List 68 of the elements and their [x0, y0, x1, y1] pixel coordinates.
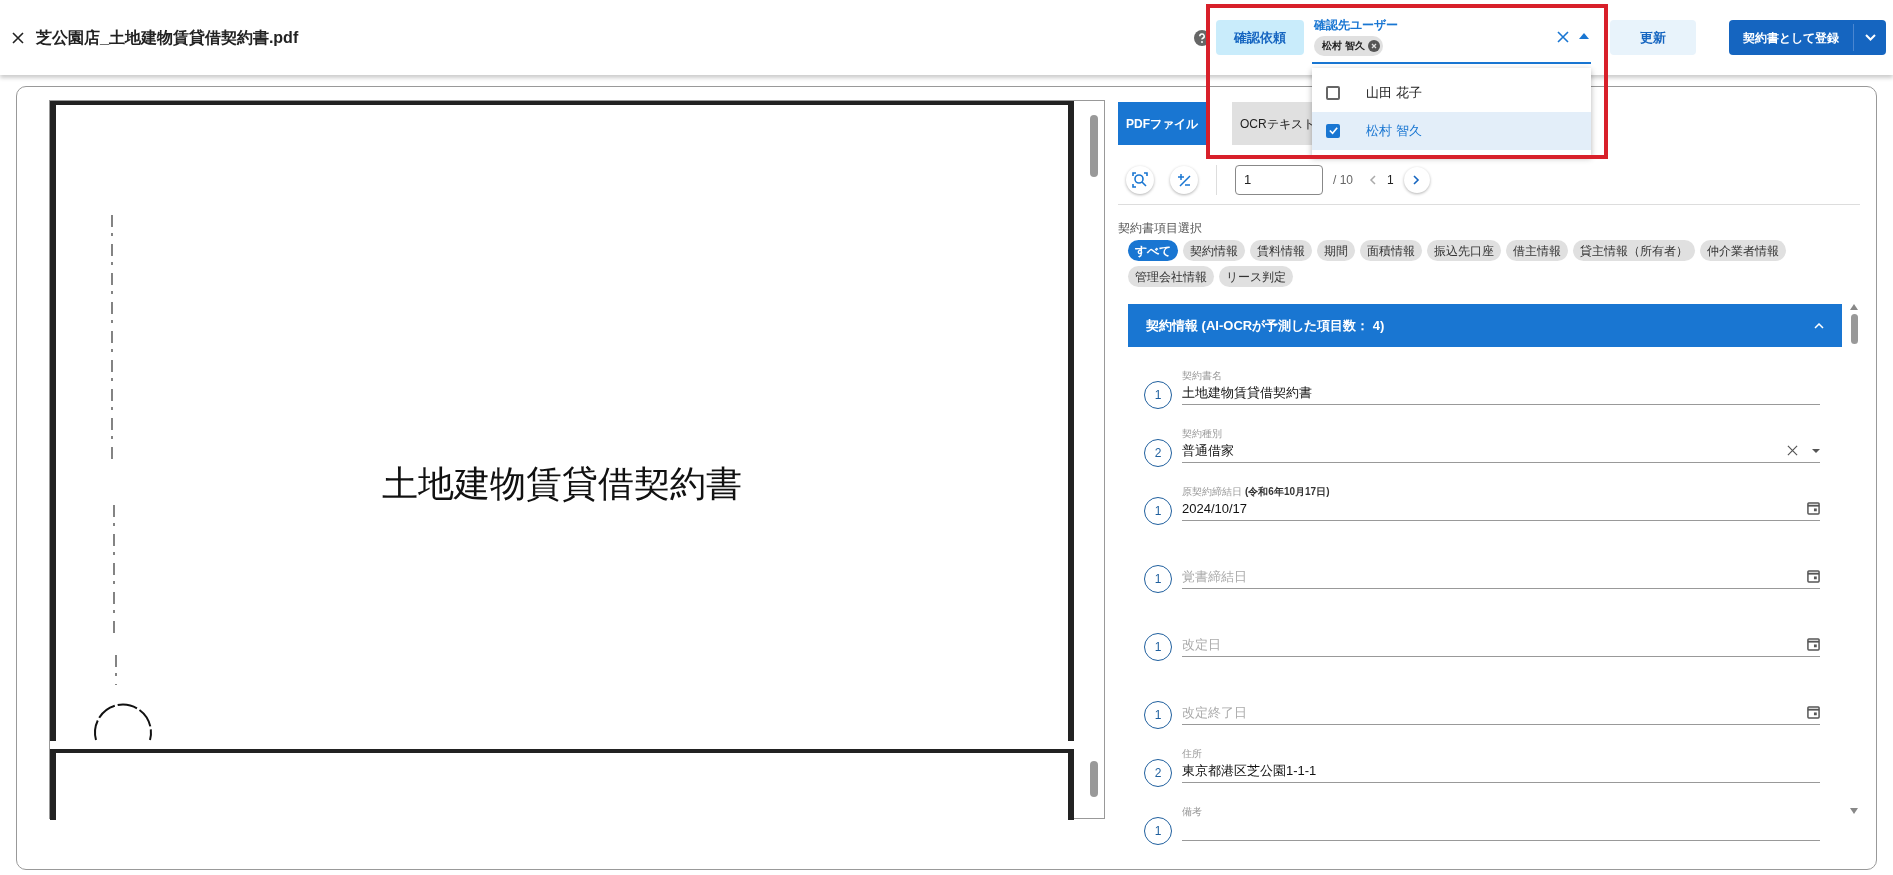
- field-label: 備考: [1182, 805, 1202, 819]
- input-field[interactable]: 契約書名 土地建物賃貸借契約書: [1182, 368, 1820, 405]
- filter-chip[interactable]: リース判定: [1219, 266, 1293, 287]
- page-total: / 10: [1333, 171, 1353, 189]
- filter-chip[interactable]: 管理会社情報: [1128, 266, 1214, 287]
- selected-user-chip[interactable]: 松村 智久: [1314, 35, 1383, 56]
- caret-icon[interactable]: [1812, 449, 1820, 453]
- filter-chip[interactable]: 賃料情報: [1250, 240, 1312, 261]
- chevron-down-icon: [1864, 34, 1876, 41]
- field-placeholder: 覚書締結日: [1182, 568, 1248, 586]
- reviewer-select-field[interactable]: 確認先ユーザー 松村 智久: [1312, 15, 1591, 64]
- calendar-icon[interactable]: [1807, 569, 1820, 583]
- check-icon: [1327, 125, 1339, 136]
- calendar-icon[interactable]: [1807, 637, 1820, 651]
- filter-chip[interactable]: 契約情報: [1183, 240, 1245, 261]
- tab[interactable]: PDFファイル: [1118, 102, 1206, 145]
- field-value: 普通借家: [1182, 442, 1235, 460]
- calendar-icon[interactable]: [1807, 705, 1820, 719]
- checkbox[interactable]: [1326, 85, 1340, 100]
- scroll-down-icon[interactable]: [1850, 808, 1858, 814]
- filter-chip[interactable]: 振込先口座: [1427, 240, 1501, 261]
- scroll-up-icon[interactable]: [1850, 304, 1858, 310]
- field-label: 契約書名: [1182, 369, 1222, 383]
- request-review-button[interactable]: 確認依頼: [1216, 20, 1304, 55]
- filter-chip[interactable]: 仲介業者情報: [1700, 240, 1786, 261]
- scrollbar-thumb[interactable]: [1850, 314, 1858, 344]
- chip-label: 松村 智久: [1322, 39, 1365, 53]
- page-input[interactable]: 1: [1235, 164, 1323, 195]
- input-field[interactable]: 契約種別 普通借家: [1182, 426, 1820, 463]
- section-header[interactable]: 契約情報 (AI-OCRが予測した項目数： 4): [1128, 304, 1842, 347]
- zoom-icon: [1132, 171, 1148, 188]
- field-note: (令和6年10月17日): [1245, 485, 1330, 499]
- filter-chip[interactable]: 面積情報: [1360, 240, 1422, 261]
- field-placeholder: 改定日: [1182, 636, 1222, 654]
- chevron-right-icon: [1413, 174, 1421, 185]
- filter-label: 契約書項目選択: [1118, 220, 1203, 237]
- filter-chip[interactable]: すべて: [1128, 240, 1178, 261]
- plus-minus-icon: [1177, 172, 1191, 187]
- calendar-icon[interactable]: [1807, 501, 1820, 515]
- field-label: 住所: [1182, 747, 1202, 761]
- clear-icon[interactable]: [1787, 445, 1798, 456]
- field-label: 契約種別: [1182, 427, 1222, 441]
- document-title: 芝公園店_土地建物賃貸借契約書.pdf: [36, 27, 299, 48]
- clear-icon[interactable]: [1557, 30, 1569, 43]
- scrollbar-thumb[interactable]: [1090, 761, 1098, 797]
- field-value: 東京都港区芝公園1-1-1: [1182, 762, 1318, 780]
- field-placeholder: 改定終了日: [1182, 704, 1248, 722]
- input-field[interactable]: 住所 東京都港区芝公園1-1-1: [1182, 746, 1820, 783]
- user-option[interactable]: 松村 智久: [1312, 111, 1591, 150]
- field-label: 原契約締結日: [1182, 485, 1242, 499]
- filter-chip[interactable]: 貸主情報（所有者）: [1573, 240, 1695, 261]
- remove-icon[interactable]: [1367, 39, 1380, 52]
- field-value: 土地建物賃貸借契約書: [1182, 384, 1313, 402]
- field-value: 2024/10/17: [1182, 500, 1249, 518]
- input-field[interactable]: 原契約締結日 (令和6年10月17日) 2024/10/17: [1182, 484, 1820, 521]
- update-button[interactable]: 更新: [1610, 20, 1696, 55]
- document-heading: 土地建物賃貸借契約書: [381, 462, 743, 506]
- close-icon[interactable]: [12, 31, 24, 44]
- section-title: 契約情報 (AI-OCRが予測した項目数： 4): [1146, 316, 1385, 335]
- checkbox[interactable]: [1326, 123, 1340, 138]
- scrollbar-thumb[interactable]: [1090, 115, 1098, 177]
- current-page: 1: [1387, 171, 1394, 189]
- caret-icon[interactable]: [1579, 32, 1589, 39]
- register-button[interactable]: 契約書として登録: [1729, 20, 1853, 55]
- filter-chip[interactable]: 期間: [1317, 240, 1355, 261]
- scrollbar[interactable]: [1848, 304, 1860, 814]
- field-label: 確認先ユーザー: [1314, 17, 1398, 32]
- filter-chip[interactable]: 借主情報: [1506, 240, 1568, 261]
